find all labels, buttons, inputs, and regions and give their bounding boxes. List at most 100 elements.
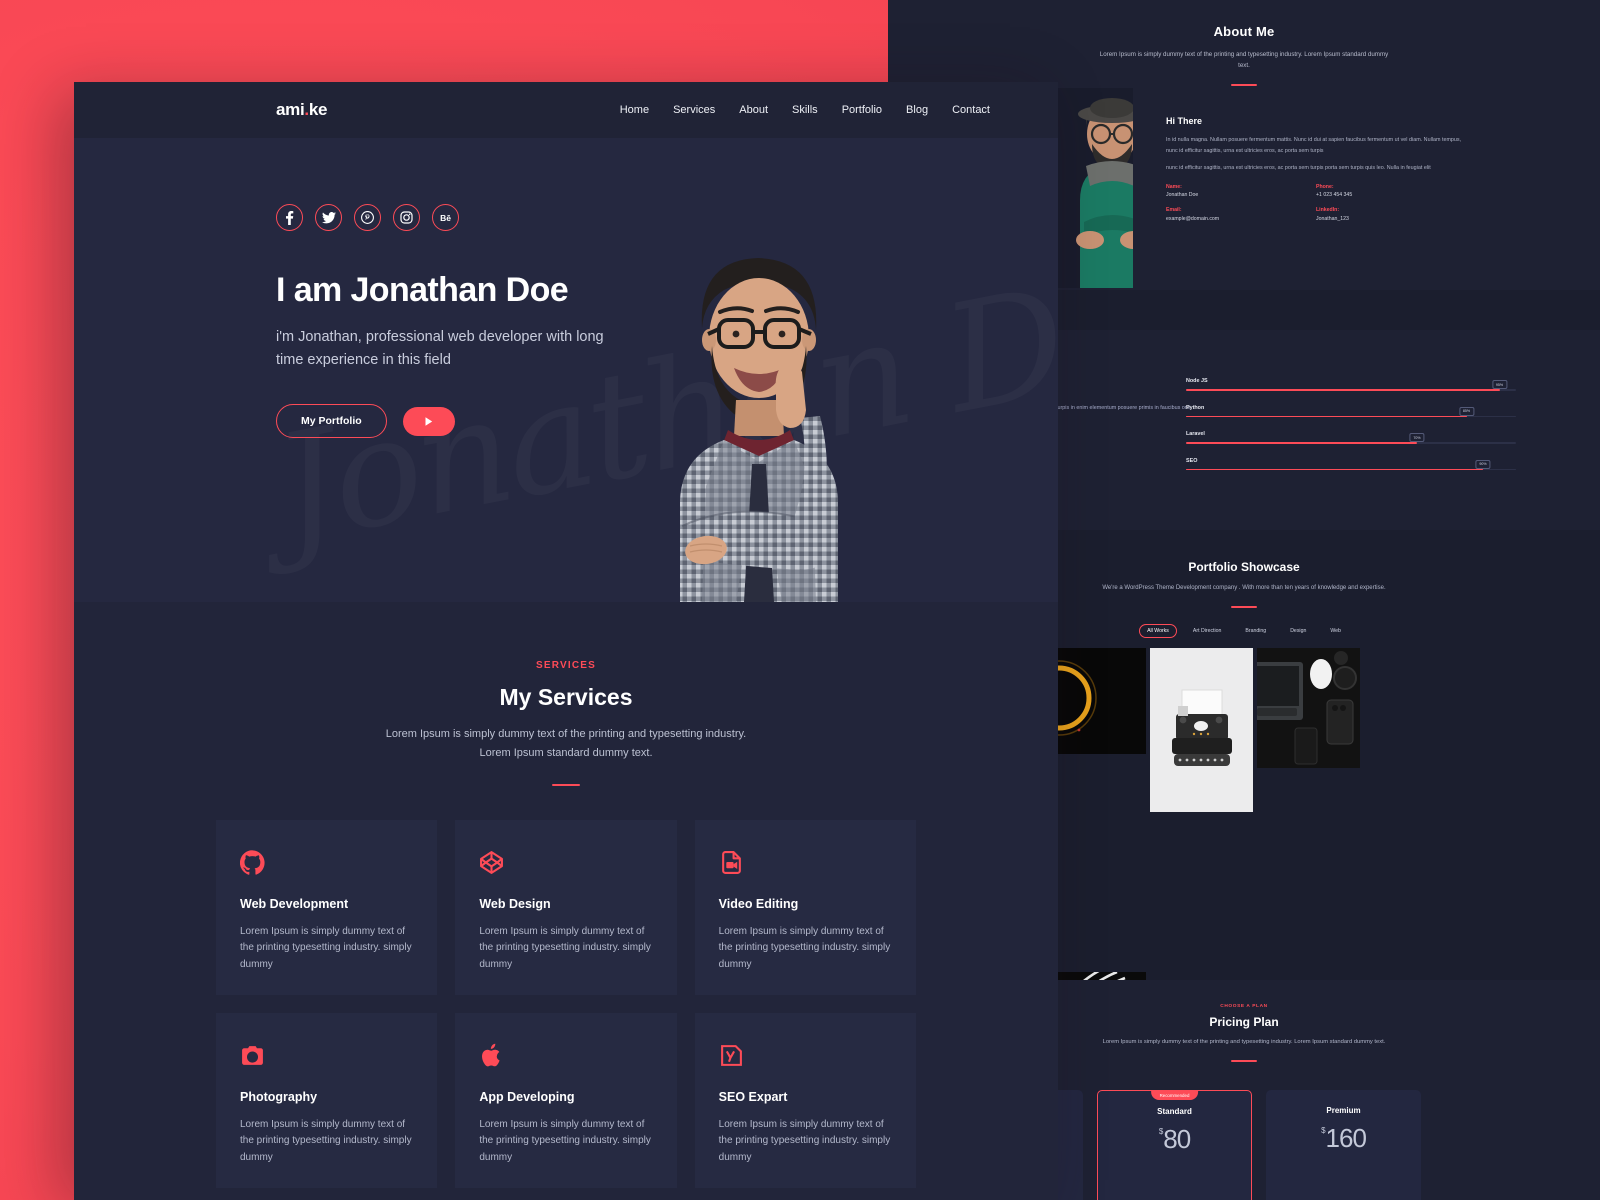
portfolio-item-desk-gadgets-dark[interactable] [1257,648,1360,1004]
service-title: Web Development [240,896,349,911]
info-label: Email: [1166,207,1182,214]
instagram-icon[interactable] [393,204,420,231]
service-card-web-development[interactable]: Web Development Lorem Ipsum is simply du… [216,819,438,995]
section-divider [1231,83,1257,86]
portfolio-filter-art-direction[interactable]: Art Direction [1185,624,1230,638]
info-item: LinkedIn: Jonathan_123 [1316,207,1466,222]
service-desc: Lorem Ipsum is simply dummy text of the … [479,1118,651,1163]
portfolio-item-light-trail-dark[interactable] [1043,648,1146,962]
plan-amount: 160 [1325,1123,1367,1153]
service-title: App Developing [479,1089,575,1104]
skill-percent-badge: 70% [1409,433,1425,443]
pinterest-icon[interactable] [354,204,381,231]
plan-price: $80 [1098,1124,1251,1155]
section-divider [1231,606,1257,609]
service-card-web-design[interactable]: Web Design Lorem Ipsum is simply dummy t… [455,819,677,995]
plan-price: $160 [1266,1123,1421,1154]
hero-description: i'm Jonathan, professional web developer… [276,329,604,369]
play-video-button[interactable] [402,406,455,436]
behance-icon[interactable]: Bē [432,204,459,231]
hero-content: Bē I am Jonathan Doe i'm Jonathan, profe… [276,204,636,439]
skill-track: 95% [1186,380,1516,391]
pricing-plan-premium[interactable]: Premium $160 [1266,1090,1421,1200]
behance-glyph: Bē [440,212,451,223]
about-paragraph-2: nunc id efficitur sagittis, urna est ult… [1166,165,1431,172]
skill-name: Laravel [1186,431,1205,438]
twitter-icon[interactable] [315,204,342,231]
skill-fill [1186,468,1483,471]
service-card-video-editing[interactable]: Video Editing Lorem Ipsum is simply dumm… [694,819,916,995]
nav-item-home[interactable]: Home [620,104,649,116]
skill-row: Python 85% [1186,405,1516,418]
nav-item-portfolio[interactable]: Portfolio [842,104,882,116]
service-card-seo-expart[interactable]: SEO Expart Lorem Ipsum is simply dummy t… [694,1012,916,1188]
my-portfolio-button[interactable]: My Portfolio [276,404,387,439]
section-divider [1231,1060,1257,1062]
file-video-icon [719,850,894,878]
logo-suffix: ke [308,100,328,119]
info-value: example@domain.com [1166,215,1220,222]
pricing-subtitle: Lorem Ipsum is simply dummy text of the … [1102,1039,1386,1045]
service-card-app-developing[interactable]: App Developing Lorem Ipsum is simply dum… [455,1012,677,1188]
portfolio-filter-web[interactable]: Web [1322,624,1349,638]
nav-item-about[interactable]: About [739,104,768,116]
skill-row: Node JS 95% [1186,378,1516,391]
skill-fill [1186,415,1467,418]
service-title: Photography [240,1089,318,1104]
section-divider [552,783,580,786]
about-info-grid: Name: Jonathan Doe Phone: +1 023 454 345… [1166,184,1466,222]
nav-links: Home Services About Skills Portfolio Blo… [620,104,990,116]
plan-currency: $ [1321,1126,1326,1135]
skill-row: SEO 90% [1186,458,1516,471]
plan-name: Standard [1157,1107,1192,1116]
service-desc: Lorem Ipsum is simply dummy text of the … [240,1118,412,1163]
service-desc: Lorem Ipsum is simply dummy text of the … [240,925,412,970]
plan-name: Premium [1326,1106,1361,1115]
about-title: About Me [1213,24,1275,39]
info-item: Email: example@domain.com [1166,207,1316,222]
info-label: Phone: [1316,183,1334,190]
nav-item-blog[interactable]: Blog [906,104,928,116]
services-grid: Web Development Lorem Ipsum is simply du… [216,819,916,1188]
skill-fill [1186,442,1417,444]
portfolio-filter-design[interactable]: Design [1282,624,1314,638]
social-links: Bē [276,204,636,231]
recommended-badge: Recommended [1150,1090,1199,1100]
about-paragraph-1: In id nulla magna. Nullam posuere fermen… [1166,137,1462,154]
nav-item-services[interactable]: Services [673,104,715,116]
plan-currency: $ [1158,1127,1164,1136]
about-heading: Hi There [1166,116,1203,126]
camera-icon [240,1043,415,1071]
service-title: SEO Expart [718,1089,788,1104]
services-title: My Services [499,684,633,710]
portfolio-subtitle: We're a WordPress Theme Development comp… [1102,585,1386,591]
skill-row: Laravel 70% [1186,431,1516,444]
play-icon [425,417,433,426]
facebook-icon[interactable] [276,204,303,231]
skill-name: Node JS [1186,378,1208,384]
pricing-plan-standard[interactable]: Recommended Standard $80 [1097,1090,1252,1200]
skill-track: 90% [1186,459,1516,471]
about-subtitle: Lorem Ipsum is simply dummy text of the … [1099,51,1389,70]
nav-item-skills[interactable]: Skills [792,104,818,116]
nav-item-contact[interactable]: Contact [952,104,990,116]
skill-track: 85% [1186,406,1516,418]
info-value: +1 023 454 345 [1316,192,1353,199]
service-card-photography[interactable]: Photography Lorem Ipsum is simply dummy … [216,1012,438,1188]
skill-percent-badge: 85% [1458,406,1475,416]
info-item: Name: Jonathan Doe [1166,184,1316,199]
info-value: Jonathan Doe [1166,192,1199,199]
services-eyebrow: SERVICES [536,660,596,671]
codepen-icon [479,850,654,878]
skill-fill [1186,389,1500,391]
portfolio-filter-branding[interactable]: Branding [1237,624,1274,638]
site-logo[interactable]: ami.ke [276,100,327,120]
info-label: LinkedIn: [1316,207,1340,214]
site-navbar: ami.ke Home Services About Skills Portfo… [74,82,1058,138]
github-icon [240,849,415,878]
skills-bars: Node JS 95% Python 85% Laravel 70% SEO 9… [1186,378,1516,484]
service-desc: Lorem Ipsum is simply dummy text of the … [479,925,651,970]
hero-title: I am Jonathan Doe [276,271,569,309]
portfolio-filter-all-works[interactable]: All Works [1139,624,1177,639]
portrait-illustration [1076,98,1133,288]
